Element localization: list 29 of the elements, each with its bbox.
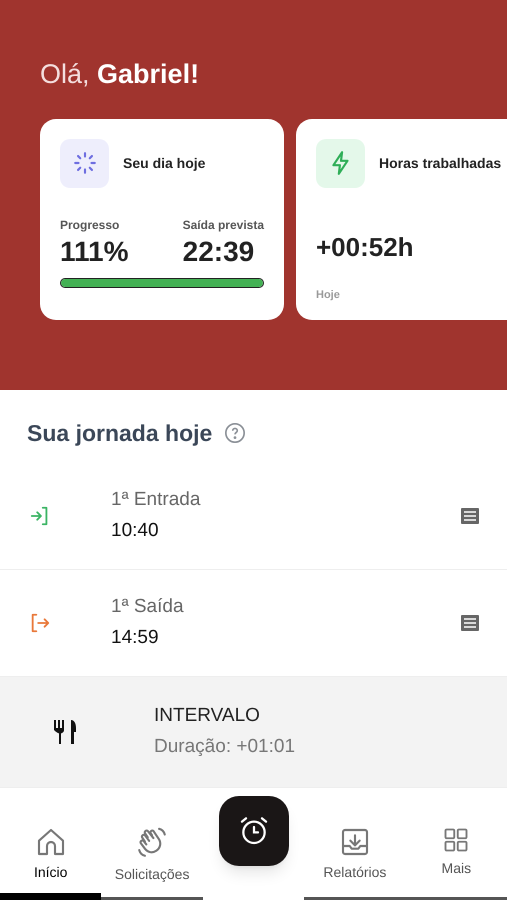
lightning-icon — [316, 138, 365, 188]
entry-label: INTERVALO — [154, 704, 261, 728]
clock-button[interactable] — [218, 796, 289, 866]
entry-time: 10:40 — [111, 518, 160, 542]
fork-knife-icon — [52, 718, 78, 746]
nav-tab[interactable]: Mais — [406, 814, 507, 900]
stat-caption: Hoje — [316, 288, 341, 302]
nav-tab[interactable]: Solicitações — [101, 814, 203, 900]
stat-value: +00:52h — [316, 230, 415, 264]
spinner-icon — [60, 138, 109, 188]
nav-tab[interactable]: Início — [0, 814, 102, 900]
stat-label: Saída prevista — [182, 216, 264, 234]
list-icon[interactable] — [460, 506, 480, 526]
help-icon[interactable] — [224, 422, 246, 444]
entry-time: Duração: +01:01 — [154, 734, 296, 758]
card-title: Horas trabalhadas — [379, 154, 502, 172]
card-title: Seu dia hoje — [123, 154, 206, 173]
list-icon[interactable] — [460, 612, 480, 632]
greeting: Olá, Gabriel! — [40, 58, 200, 91]
section-title: Sua jornada hoje — [27, 419, 212, 448]
stat-value: 22:39 — [182, 234, 256, 268]
entry-label: 1ª Entrada — [111, 488, 202, 512]
entry-time: 14:59 — [111, 626, 160, 650]
entry-label: 1ª Saída — [111, 595, 185, 619]
grid-icon — [442, 826, 470, 854]
stat-value: 111% — [60, 234, 129, 268]
stat-label: Progresso — [60, 216, 120, 234]
nav-tab[interactable]: Relatórios — [304, 814, 406, 900]
logout-icon — [29, 612, 51, 634]
